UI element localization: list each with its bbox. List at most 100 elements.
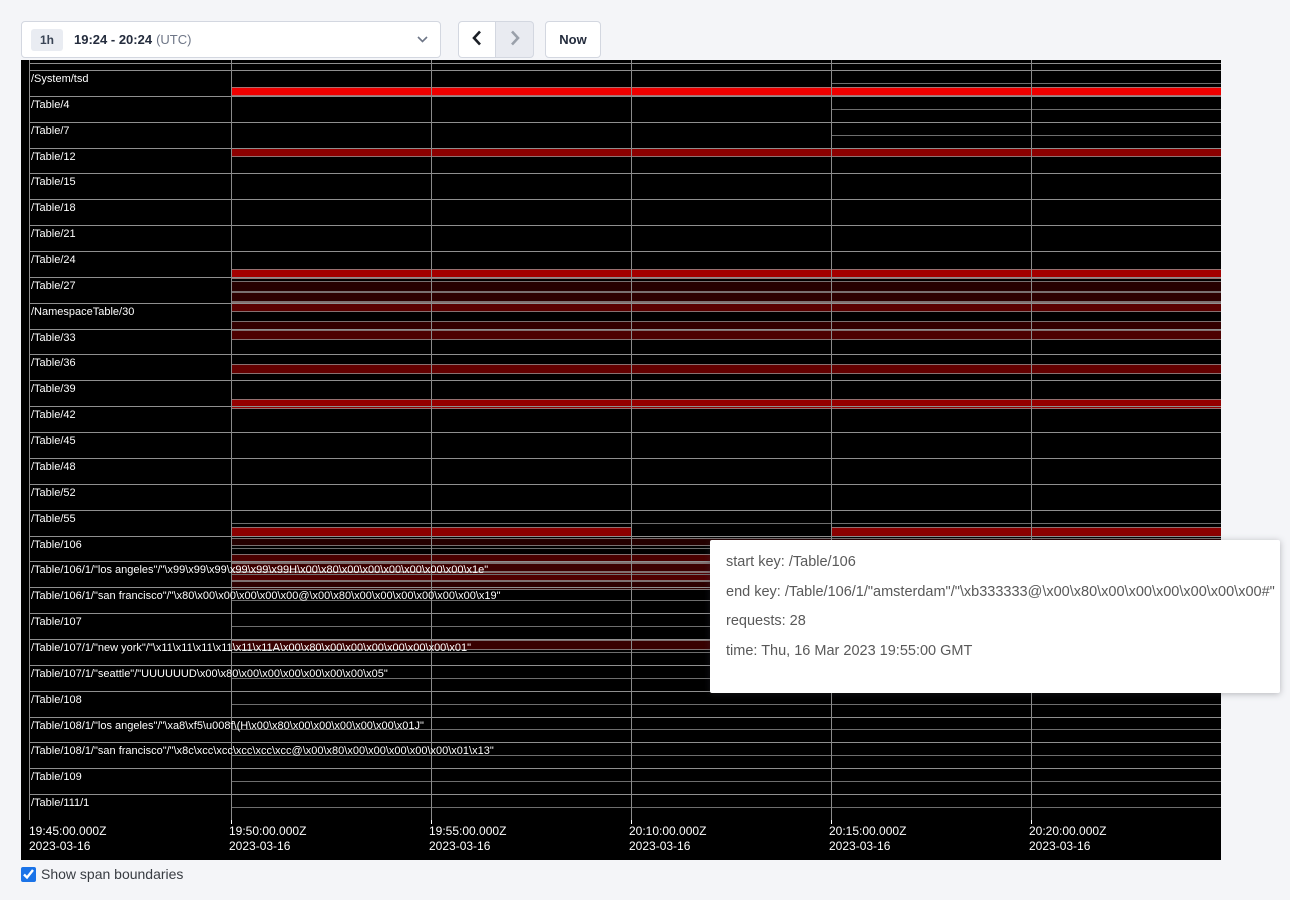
row-label: /Table/107/1/"seattle"/"UUUUUUD\x00\x80\… — [31, 668, 388, 681]
span-boundary-line — [29, 510, 1221, 511]
time-boundary-line — [431, 60, 432, 820]
span-boundary-line — [29, 406, 1221, 407]
axis-label: 20:15:00.000Z2023-03-16 — [829, 824, 906, 854]
row-label: /Table/33 — [31, 332, 76, 345]
time-range-select[interactable]: 1h 19:24 - 20:24 (UTC) — [21, 21, 441, 58]
time-nav-group — [458, 21, 534, 58]
span-boundary-line — [232, 704, 1221, 705]
row-label: /Table/106 — [31, 539, 82, 552]
span-boundary-line — [29, 251, 1221, 252]
span-boundary-line — [29, 148, 1221, 149]
span-boundary-line — [232, 807, 1221, 808]
heat-band[interactable] — [232, 87, 1221, 96]
row-label: /Table/109 — [31, 771, 82, 784]
heat-band[interactable] — [232, 292, 1221, 302]
show-span-boundaries-checkbox[interactable] — [21, 867, 36, 882]
tooltip-requests: requests: 28 — [726, 613, 1264, 629]
span-boundary-line — [831, 109, 1221, 110]
time-range-text: 19:24 - 20:24 — [74, 32, 152, 47]
row-label: /Table/39 — [31, 383, 76, 396]
span-boundary-line — [29, 380, 1221, 381]
heat-band[interactable] — [232, 148, 1221, 157]
footer: Show span boundaries — [21, 866, 183, 882]
span-boundary-line — [831, 135, 1221, 136]
time-range-utc: (UTC) — [156, 32, 191, 47]
span-boundary-line — [29, 63, 1221, 64]
previous-time-button[interactable] — [458, 21, 496, 58]
row-label: /Table/106/1/"san francisco"/"\x80\x00\x… — [31, 590, 501, 603]
span-boundary-line — [232, 523, 1221, 524]
tooltip-start-key: start key: /Table/106 — [726, 554, 1264, 570]
row-label: /Table/24 — [31, 254, 76, 267]
row-label: /Table/55 — [31, 513, 76, 526]
row-label: /Table/27 — [31, 280, 76, 293]
row-label: /Table/111/1 — [31, 797, 89, 810]
span-boundary-line — [29, 277, 1221, 278]
row-label: /Table/45 — [31, 435, 76, 448]
now-button[interactable]: Now — [545, 21, 601, 58]
row-label: /Table/48 — [31, 461, 76, 474]
row-label: /Table/107 — [31, 616, 82, 629]
next-time-button[interactable] — [496, 21, 534, 58]
axis-label: 19:45:00.000Z2023-03-16 — [29, 824, 106, 854]
span-boundary-line — [29, 742, 1221, 743]
span-boundary-line — [29, 173, 1221, 174]
axis-label: 19:55:00.000Z2023-03-16 — [429, 824, 506, 854]
time-boundary-line — [831, 60, 832, 820]
heat-band[interactable] — [232, 364, 1221, 374]
span-boundary-line — [29, 536, 1221, 537]
key-visualizer-heatmap[interactable]: /System/tsd/Table/4/Table/7/Table/12/Tab… — [21, 60, 1221, 860]
span-boundary-line — [831, 83, 1221, 84]
time-boundary-line — [631, 60, 632, 820]
span-boundary-line — [29, 225, 1221, 226]
span-boundary-line — [29, 354, 1221, 355]
span-boundary-line — [29, 432, 1221, 433]
span-boundary-line — [29, 329, 1221, 330]
span-boundary-line — [29, 199, 1221, 200]
span-boundary-line — [29, 484, 1221, 485]
axis-label: 20:20:00.000Z2023-03-16 — [1029, 824, 1106, 854]
heatmap-tooltip: start key: /Table/106 end key: /Table/10… — [710, 540, 1280, 693]
span-boundary-line — [29, 122, 1221, 123]
row-label: /Table/108/1/"san francisco"/"\x8c\xcc\x… — [31, 745, 494, 758]
span-boundary-line — [29, 717, 1221, 718]
row-label: /Table/108/1/"los angeles"/"\xa8\xf5\u00… — [31, 720, 424, 733]
span-boundary-line — [29, 794, 1221, 795]
axis-label: 20:10:00.000Z2023-03-16 — [629, 824, 706, 854]
row-label: /Table/108 — [31, 694, 82, 707]
span-boundary-line — [29, 303, 1221, 304]
span-boundary-line — [29, 768, 1221, 769]
row-label: /Table/21 — [31, 228, 76, 241]
axis-label: 19:50:00.000Z2023-03-16 — [229, 824, 306, 854]
row-label: /Table/4 — [31, 99, 70, 112]
toolbar: 1h 19:24 - 20:24 (UTC) Now — [21, 21, 601, 58]
row-label: /Table/36 — [31, 357, 76, 370]
row-label: /Table/107/1/"new york"/"\x11\x11\x11\x1… — [31, 642, 471, 655]
row-label: /Table/18 — [31, 202, 76, 215]
chevron-right-icon — [510, 30, 520, 49]
duration-badge: 1h — [31, 29, 63, 51]
row-label: /NamespaceTable/30 — [31, 306, 134, 319]
row-label: /System/tsd — [31, 73, 88, 86]
row-label: /Table/106/1/"los angeles"/"\x99\x99\x99… — [31, 564, 488, 577]
heat-band[interactable] — [232, 399, 1221, 409]
row-label: /Table/15 — [31, 176, 76, 189]
time-boundary-line — [29, 60, 30, 820]
span-boundary-line — [29, 96, 1221, 97]
tooltip-time: time: Thu, 16 Mar 2023 19:55:00 GMT — [726, 643, 1264, 659]
row-label: /Table/52 — [31, 487, 76, 500]
chevron-down-icon — [417, 36, 428, 43]
show-span-boundaries-label: Show span boundaries — [41, 866, 183, 882]
row-label: /Table/7 — [31, 125, 70, 138]
chevron-left-icon — [472, 30, 482, 49]
span-boundary-line — [29, 70, 1221, 71]
tooltip-end-key: end key: /Table/106/1/"amsterdam"/"\xb33… — [726, 584, 1264, 600]
time-boundary-line — [1031, 60, 1032, 820]
time-axis: 19:45:00.000Z2023-03-16 19:50:00.000Z2023… — [21, 820, 1221, 860]
span-boundary-line — [232, 781, 1221, 782]
heat-band[interactable] — [232, 330, 1221, 340]
heat-band[interactable] — [232, 281, 1221, 292]
row-label: /Table/12 — [31, 151, 76, 164]
span-boundary-line — [29, 458, 1221, 459]
time-boundary-line — [231, 60, 232, 820]
